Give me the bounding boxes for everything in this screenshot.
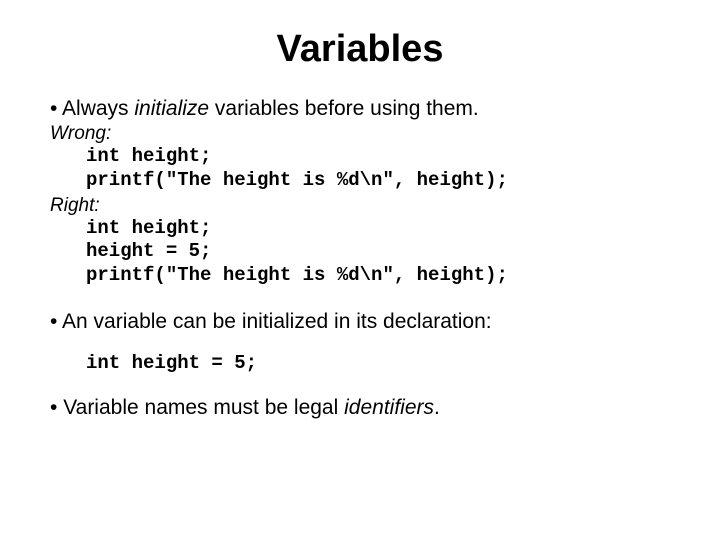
bullet-dot [50, 396, 63, 419]
bullet-3: Variable names must be legal identifiers… [50, 396, 670, 420]
bullet-3-post: . [434, 396, 440, 419]
bullet-2-text: An variable can be initialized in its de… [62, 310, 492, 333]
bullet-1-em: initialize [134, 97, 209, 120]
right-label: Right: [50, 195, 670, 217]
bullet-3-em: identifiers [344, 396, 434, 419]
bullet-1-pre: Always [62, 97, 134, 120]
decl-code: int height = 5; [86, 352, 670, 374]
bullet-dot [50, 310, 62, 333]
bullet-1: Always initialize variables before using… [50, 97, 670, 121]
slide-title: Variables [50, 28, 670, 71]
right-code: int height; height = 5; printf("The heig… [86, 217, 670, 288]
bullet-dot [50, 97, 62, 120]
wrong-code: int height; printf("The height is %d\n",… [86, 145, 670, 193]
wrong-label: Wrong: [50, 123, 670, 145]
bullet-2: An variable can be initialized in its de… [50, 310, 670, 334]
bullet-3-pre: Variable names must be legal [63, 396, 344, 419]
bullet-1-post: variables before using them. [209, 97, 479, 120]
